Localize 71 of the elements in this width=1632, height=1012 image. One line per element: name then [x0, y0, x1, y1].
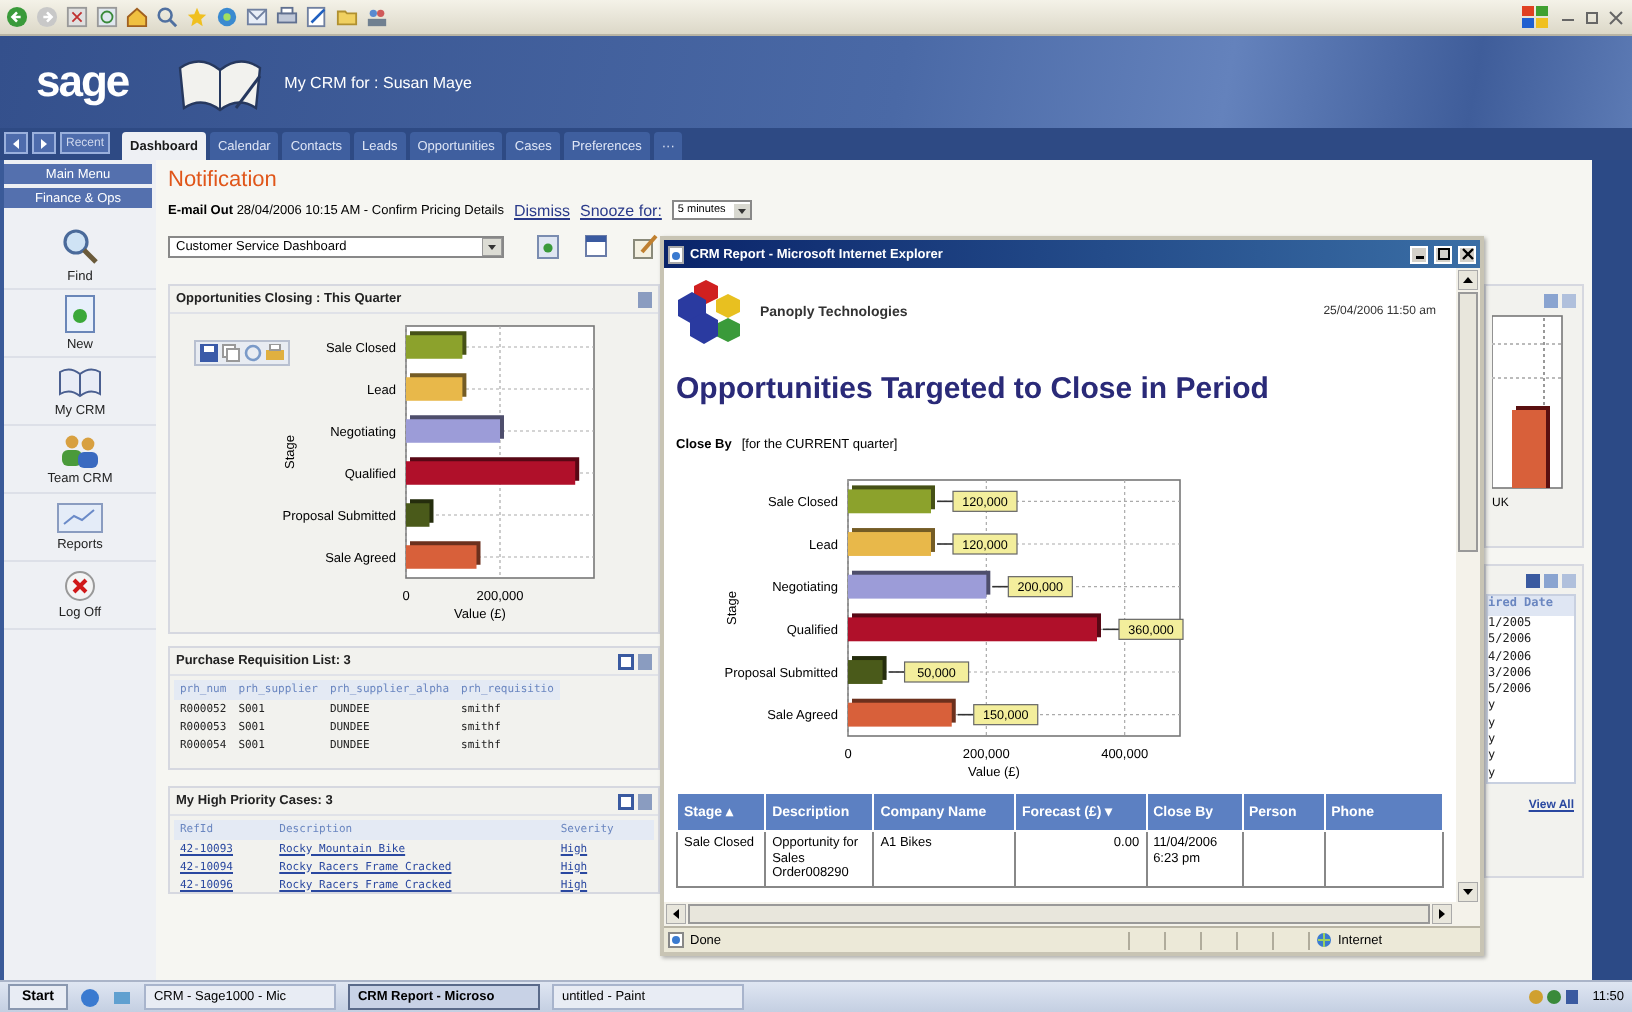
close-icon[interactable]	[1608, 9, 1624, 25]
search-icon[interactable]	[156, 6, 178, 28]
flag-icon[interactable]	[1520, 3, 1552, 31]
list-icon[interactable]	[618, 653, 634, 669]
refresh-icon[interactable]	[244, 344, 262, 362]
page-icon	[668, 932, 684, 948]
chart-bar	[406, 335, 463, 359]
page-icon	[668, 245, 684, 263]
maximize-icon[interactable]	[1584, 9, 1600, 25]
copy-icon[interactable]	[222, 344, 240, 362]
scroll-left-icon[interactable]	[666, 904, 686, 924]
people-icon	[58, 432, 102, 468]
maximize-button[interactable]	[1434, 245, 1452, 263]
chart-bar	[406, 503, 430, 527]
window-icon[interactable]	[584, 234, 608, 258]
snooze-link[interactable]: Snooze for:	[580, 201, 662, 219]
edit-icon[interactable]	[306, 6, 328, 28]
printer-icon[interactable]	[266, 344, 284, 362]
vertical-scrollbar[interactable]	[1456, 268, 1480, 902]
back-icon[interactable]	[6, 6, 28, 28]
star-icon[interactable]	[186, 6, 208, 28]
forward-button[interactable]	[32, 132, 56, 154]
desktop-icon[interactable]	[111, 987, 132, 1007]
back-button[interactable]	[4, 132, 28, 154]
save-icon[interactable]	[200, 344, 218, 362]
close-circle-icon	[64, 570, 96, 602]
chart-bar	[848, 660, 883, 684]
chart-screen-icon	[56, 502, 104, 534]
hexagon-logo-icon	[676, 276, 744, 348]
close-button[interactable]	[1458, 245, 1476, 263]
dropdown-arrow-icon	[733, 203, 750, 217]
scroll-up-icon[interactable]	[1458, 270, 1478, 290]
tray-icons-drawing	[1528, 988, 1581, 1006]
dropdown-arrow-icon	[482, 237, 502, 255]
globe-icon	[1316, 932, 1332, 948]
panel-menu-icon[interactable]	[638, 291, 652, 307]
arrow-left-icon	[10, 137, 22, 149]
app-logo: sage	[36, 56, 129, 108]
new-page-icon	[62, 294, 98, 334]
browser-icon[interactable]	[79, 987, 100, 1007]
book-icon	[56, 364, 104, 400]
people-icon[interactable]	[366, 6, 388, 28]
media-icon[interactable]	[216, 6, 238, 28]
chart-bar	[406, 545, 477, 569]
chart-bar	[406, 377, 463, 401]
close-icon	[1461, 248, 1473, 260]
magnifier-icon	[60, 226, 100, 266]
add-page-icon[interactable]	[536, 233, 560, 259]
refresh-icon[interactable]	[96, 6, 118, 28]
notification-title: Notification	[168, 168, 279, 192]
mail-icon[interactable]	[246, 6, 268, 28]
chart-bar	[848, 489, 931, 514]
chart-bar	[848, 574, 987, 599]
pencil-note-icon[interactable]	[632, 233, 658, 259]
maximize-icon	[1437, 248, 1449, 260]
chart-bar	[406, 419, 500, 443]
scroll-right-icon[interactable]	[1432, 904, 1452, 924]
minimize-button[interactable]	[1410, 245, 1428, 263]
home-icon[interactable]	[126, 6, 148, 28]
page-title: My CRM for : Susan Maye	[284, 73, 472, 91]
scroll-down-icon[interactable]	[1458, 882, 1478, 902]
printer-icon[interactable]	[276, 6, 298, 28]
arrow-right-icon	[38, 137, 50, 149]
chart-bar	[848, 532, 931, 556]
report-heading: Opportunities Targeted to Close in Period	[676, 372, 1271, 408]
stop-icon[interactable]	[66, 6, 88, 28]
dismiss-link[interactable]: Dismiss	[514, 201, 570, 219]
folder-icon[interactable]	[336, 6, 358, 28]
list-icon[interactable]	[618, 793, 634, 809]
horizontal-scrollbar[interactable]	[664, 902, 1480, 926]
chart-bar	[848, 702, 952, 727]
